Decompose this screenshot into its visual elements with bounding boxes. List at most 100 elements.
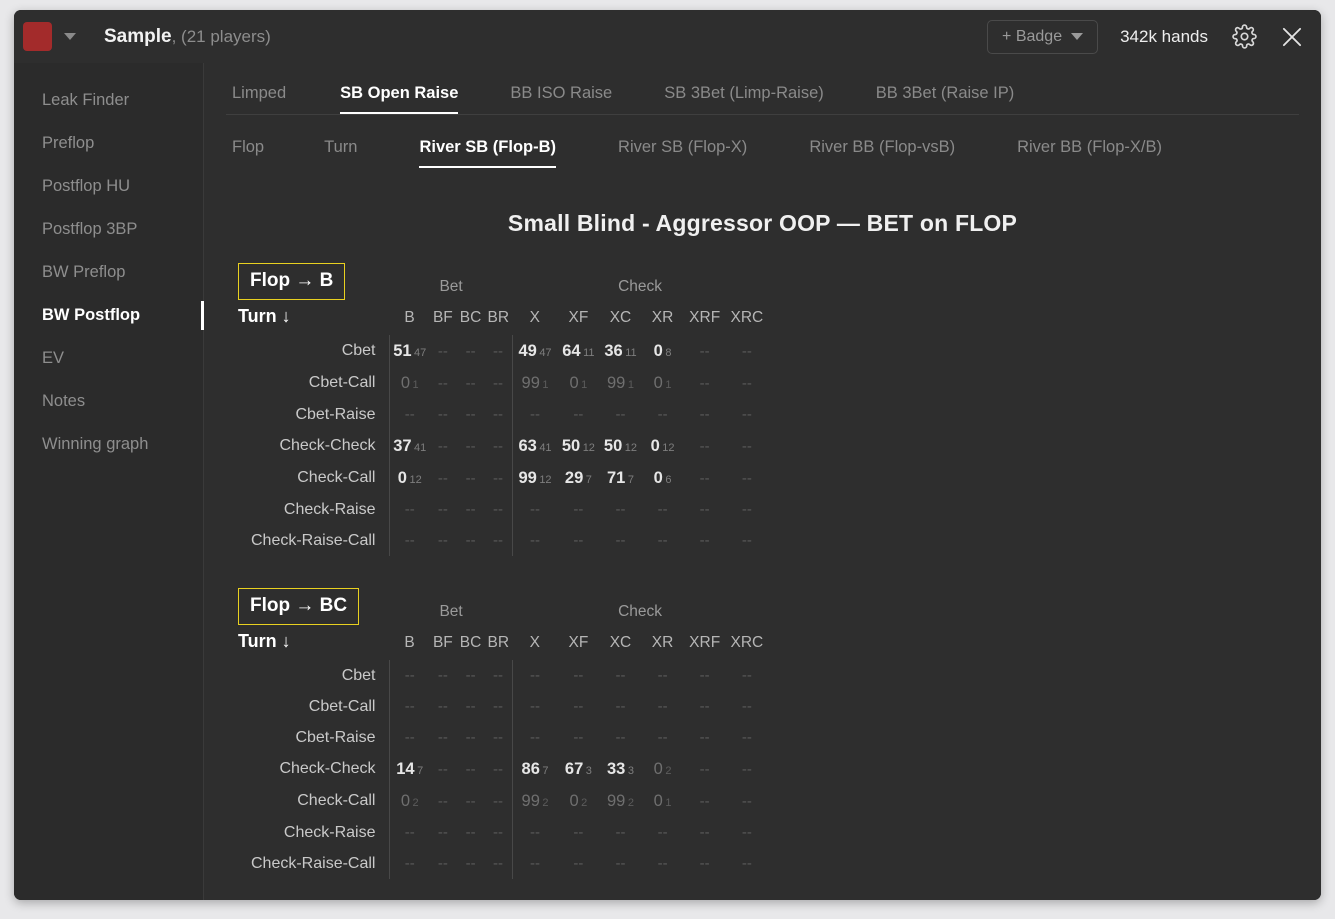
stats-table: Flop → B Bet Check Turn ↓ B BF BC BR X XF XC XR XRF X…: [238, 263, 768, 556]
turn-axis-label: Turn ↓: [238, 306, 291, 326]
add-badge-button[interactable]: + Badge: [987, 19, 1099, 54]
stat-sample-size: 41: [539, 441, 552, 454]
table-row[interactable]: Check-Call 0 12 -- -- -- 99 12 29 7 71 7 0 6 -- --: [238, 462, 768, 494]
stat-cell: --: [493, 792, 504, 810]
stat-value: 0: [569, 373, 579, 392]
stat-sample-size: 41: [414, 441, 427, 454]
table-row[interactable]: Check-Check 14 7 -- -- -- 86 7 67 3 33 3 0 2 -- --: [238, 753, 768, 785]
tab-river-bb-flop-vsb[interactable]: River BB (Flop-vsB): [809, 138, 955, 168]
stat-cell: --: [615, 667, 626, 684]
sidebar-item-postflop-3bp[interactable]: Postflop 3BP: [14, 208, 203, 251]
sidebar-item-leak-finder[interactable]: Leak Finder: [14, 79, 203, 122]
flop-branch-chip[interactable]: Flop → B: [238, 263, 346, 300]
stat-cell: --: [573, 406, 584, 423]
table-row[interactable]: Cbet -- -- -- -- -- -- -- -- -- --: [238, 660, 768, 691]
stat-sample-size: 2: [627, 796, 634, 809]
column-header-bf: BF: [432, 634, 453, 651]
chevron-down-icon: [1071, 33, 1084, 40]
stat-sample-size: 2: [581, 796, 588, 809]
sidebar-item-label: Leak Finder: [42, 91, 130, 109]
tab-sb-open-raise[interactable]: SB Open Raise: [340, 84, 459, 114]
stat-cell: --: [699, 667, 710, 684]
hands-count: 342k hands: [1120, 26, 1208, 46]
stat-cell: --: [615, 855, 626, 872]
caret-down-icon[interactable]: [64, 33, 76, 40]
stat-value: 99: [606, 373, 626, 392]
row-label: Check-Call: [297, 792, 376, 809]
row-label: Cbet-Call: [308, 374, 376, 391]
stat-cell: --: [437, 760, 448, 778]
table-row[interactable]: Check-Check 37 41 -- -- -- 63 41 50 12 50 12 0 12 -- --: [238, 430, 768, 462]
sidebar-item-bw-preflop[interactable]: BW Preflop: [14, 251, 203, 294]
stat-cell: --: [493, 760, 504, 778]
row-label: Check-Raise: [283, 823, 376, 841]
table-row[interactable]: Check-Raise-Call -- -- -- -- -- -- -- -- -- --: [238, 848, 768, 879]
column-header-xrf: XRF: [689, 634, 721, 651]
stat-value: 63: [518, 436, 537, 455]
tab-limped[interactable]: Limped: [232, 84, 286, 114]
stat-cell: --: [699, 374, 710, 392]
stat-cell: --: [741, 729, 752, 746]
table-title-cell: Flop → B: [238, 263, 390, 306]
row-label: Cbet-Call: [308, 697, 376, 715]
player-count: , (21 players): [171, 26, 271, 46]
close-icon[interactable]: [1279, 24, 1305, 50]
tab-bb-iso-raise[interactable]: BB ISO Raise: [510, 84, 612, 114]
table-row[interactable]: Cbet-Call 0 1 -- -- -- 99 1 0 1 99 1 0 1 -- --: [238, 367, 768, 399]
sidebar-item-notes[interactable]: Notes: [14, 380, 203, 423]
stat-cell: 67 3: [557, 753, 599, 785]
sidebar-item-preflop[interactable]: Preflop: [14, 122, 203, 165]
column-header-x: X: [529, 634, 540, 651]
tab-river-sb-flop-b[interactable]: River SB (Flop-B): [419, 138, 556, 168]
table-row[interactable]: Check-Raise-Call -- -- -- -- -- -- -- -- -- --: [238, 525, 768, 556]
table-row[interactable]: Check-Raise -- -- -- -- -- -- -- -- -- --: [238, 817, 768, 848]
stat-value: 50: [561, 436, 581, 455]
stat-cell: 64 11: [557, 335, 599, 367]
stat-cell: 99 2: [511, 785, 558, 817]
tab-river-sb-flop-x[interactable]: River SB (Flop-X): [618, 138, 747, 168]
stat-cell: 02: [642, 753, 684, 785]
stat-value: 0: [400, 373, 411, 392]
stat-cell: --: [699, 698, 710, 715]
sidebar-item-winning-graph[interactable]: Winning graph: [14, 423, 203, 466]
stat-cell: 50 12: [557, 430, 599, 462]
column-header-xf: XF: [568, 634, 589, 651]
table-row[interactable]: Cbet-Raise -- -- -- -- -- -- -- -- -- --: [238, 399, 768, 430]
stat-cell: --: [389, 691, 429, 722]
row-label: Check-Call: [297, 469, 376, 486]
sidebar-item-postflop-hu[interactable]: Postflop HU: [14, 165, 203, 208]
stat-cell: 02: [557, 785, 599, 817]
tab-sb-3bet-limp-raise[interactable]: SB 3Bet (Limp-Raise): [664, 84, 824, 114]
stat-cell: --: [511, 817, 558, 848]
table-row[interactable]: Check-Raise -- -- -- -- -- -- -- -- -- --: [238, 494, 768, 525]
table-row[interactable]: Cbet 51 47 -- -- -- 49 47 64 11 36 11 0 8 -- --: [238, 335, 768, 367]
tab-turn[interactable]: Turn: [324, 138, 357, 168]
stat-sample-size: 12: [539, 473, 552, 486]
stat-cell: --: [615, 406, 626, 423]
gear-icon[interactable]: [1232, 24, 1257, 49]
stat-value: 99: [521, 791, 540, 810]
stat-cell: --: [389, 494, 429, 525]
tab-flop[interactable]: Flop: [232, 138, 264, 168]
table-row[interactable]: Check-Call 0 2 -- -- -- 99 2 0 2 99 2 0 1 -- --: [238, 785, 768, 817]
stat-cell: --: [437, 667, 448, 684]
stat-value: 0: [569, 791, 579, 810]
stat-sample-size: 12: [662, 441, 675, 454]
stat-cell: --: [511, 848, 558, 879]
table-row[interactable]: Cbet-Call -- -- -- -- -- -- -- -- -- --: [238, 691, 768, 722]
tab-river-bb-flop-x-b[interactable]: River BB (Flop-X/B): [1017, 138, 1162, 168]
stat-cell: --: [437, 698, 448, 715]
stat-sample-size: 6: [665, 473, 672, 486]
stat-cell: --: [741, 855, 752, 872]
color-swatch[interactable]: [23, 22, 52, 51]
sidebar-item-bw-postflop[interactable]: BW Postflop: [14, 294, 204, 337]
flop-branch-chip[interactable]: Flop → BC: [238, 588, 360, 625]
sidebar-item-ev[interactable]: EV: [14, 337, 203, 380]
stat-cell: --: [493, 342, 504, 360]
table-row[interactable]: Cbet-Raise -- -- -- -- -- -- -- -- -- --: [238, 722, 768, 753]
stat-value: 51: [393, 341, 412, 360]
stat-sample-size: 1: [665, 796, 672, 809]
stat-cell: --: [741, 760, 752, 778]
tab-bb-3bet-raise-ip[interactable]: BB 3Bet (Raise IP): [876, 84, 1014, 114]
stat-cell: --: [493, 824, 504, 841]
